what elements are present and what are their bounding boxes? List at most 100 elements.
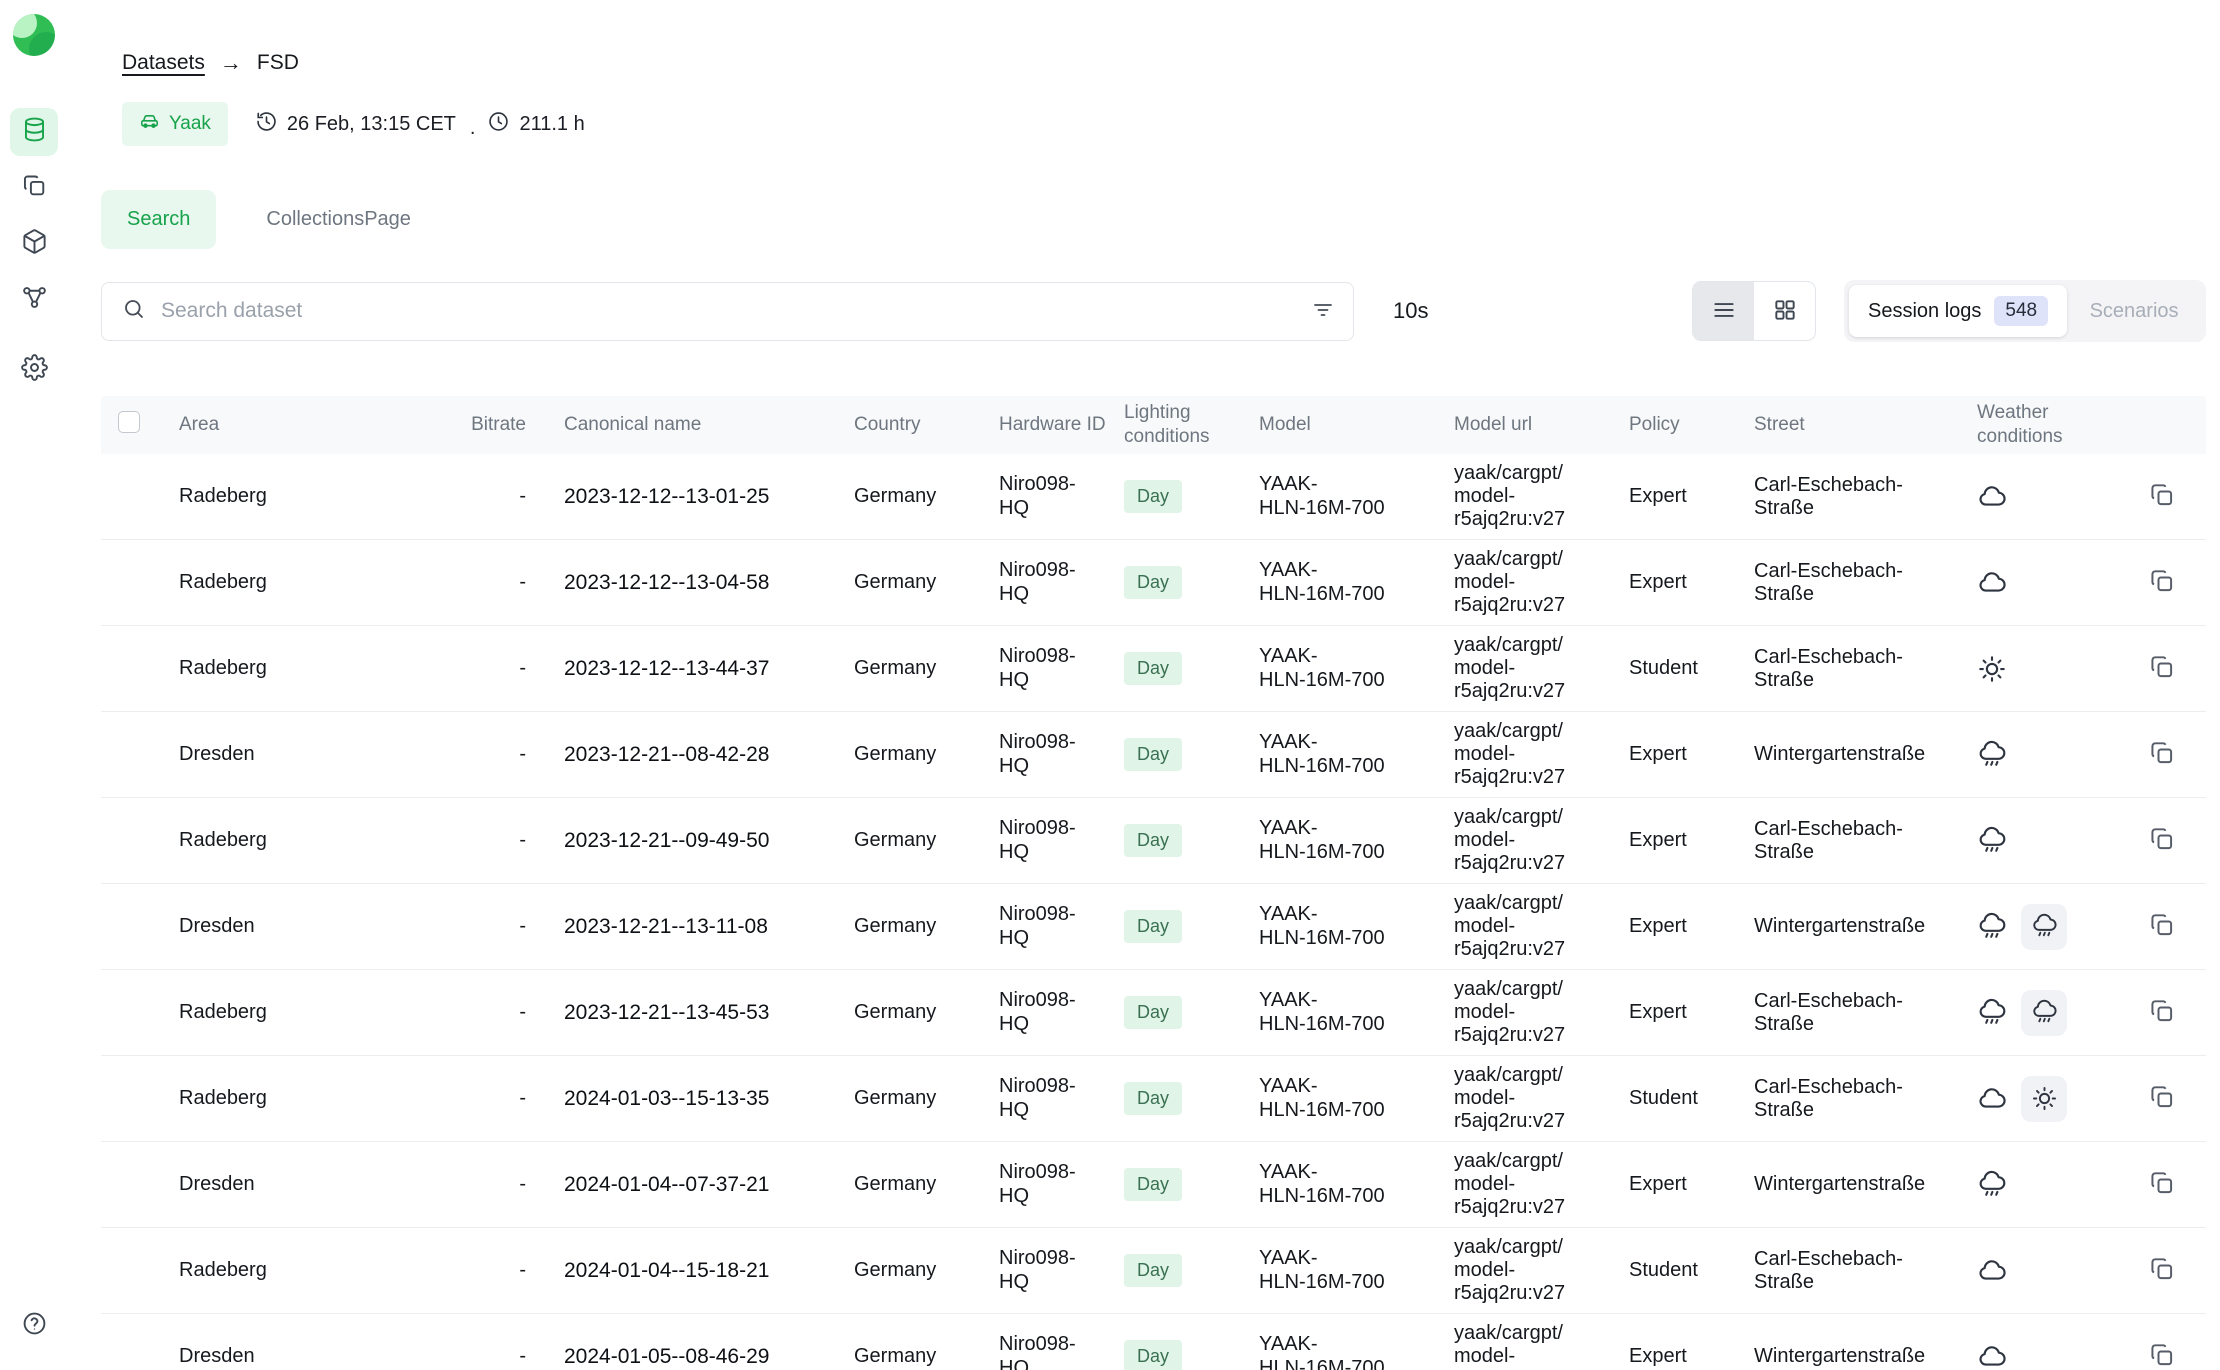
cell-country: Germany xyxy=(842,1001,987,1024)
source-badge[interactable]: Yaak xyxy=(122,102,228,146)
column-header-bitrate: Bitrate xyxy=(457,413,552,437)
column-header-street: Street xyxy=(1742,413,1957,437)
cell-country: Germany xyxy=(842,485,987,508)
table-row[interactable]: Dresden - 2023-12-21--13-11-08 Germany N… xyxy=(101,884,2206,970)
cell-country: Germany xyxy=(842,571,987,594)
cell-hardware-id: Niro098- HQ xyxy=(987,903,1112,949)
sidebar-item-workflows[interactable] xyxy=(10,276,58,324)
meta-separator: . xyxy=(470,117,476,140)
cell-model: YAAK- HLN-16M-700 xyxy=(1247,1075,1442,1121)
copy-row-button[interactable] xyxy=(2148,825,2176,856)
search-input[interactable] xyxy=(161,299,1296,323)
copy-row-button[interactable] xyxy=(2148,739,2176,770)
copy-row-button[interactable] xyxy=(2148,1341,2176,1370)
sidebar-item-packages[interactable] xyxy=(10,220,58,268)
table-row[interactable]: Radeberg - 2024-01-04--15-18-21 Germany … xyxy=(101,1228,2206,1314)
copy-row-button[interactable] xyxy=(2148,1083,2176,1114)
sidebar-item-collections[interactable] xyxy=(10,164,58,212)
capture-time: 26 Feb, 13:15 CET xyxy=(255,110,456,139)
sun-icon[interactable] xyxy=(2021,1076,2067,1122)
cell-policy: Expert xyxy=(1617,1345,1742,1368)
select-all-checkbox[interactable] xyxy=(118,411,140,433)
cell-model: YAAK- HLN-16M-700 xyxy=(1247,989,1442,1035)
cell-lighting-conditions: Day xyxy=(1112,1082,1247,1115)
table-row[interactable]: Dresden - 2024-01-05--08-46-29 Germany N… xyxy=(101,1314,2206,1370)
app-logo[interactable] xyxy=(13,14,55,56)
cell-area: Dresden xyxy=(157,1345,457,1368)
sidebar-item-help[interactable] xyxy=(10,1302,58,1350)
cell-hardware-id: Niro098- HQ xyxy=(987,1333,1112,1370)
gear-icon xyxy=(21,354,48,386)
cell-weather-conditions xyxy=(1957,990,2107,1036)
filter-button[interactable] xyxy=(1311,298,1335,325)
clock-icon xyxy=(487,110,510,139)
cell-street: Wintergartenstraße xyxy=(1742,1345,1957,1368)
table-row[interactable]: Radeberg - 2023-12-12--13-04-58 Germany … xyxy=(101,540,2206,626)
cell-policy: Expert xyxy=(1617,1001,1742,1024)
search-icon xyxy=(122,297,146,326)
cell-street: Wintergartenstraße xyxy=(1742,915,1957,938)
table-row[interactable]: Dresden - 2024-01-04--07-37-21 Germany N… xyxy=(101,1142,2206,1228)
copy-row-button[interactable] xyxy=(2148,911,2176,942)
cloud-icon xyxy=(1977,1084,2007,1114)
cell-policy: Expert xyxy=(1617,915,1742,938)
segment-session-logs[interactable]: Session logs 548 xyxy=(1849,285,2067,337)
lighting-badge: Day xyxy=(1124,652,1182,685)
table-row[interactable]: Radeberg - 2023-12-12--13-44-37 Germany … xyxy=(101,626,2206,712)
copy-row-button[interactable] xyxy=(2148,997,2176,1028)
cell-lighting-conditions: Day xyxy=(1112,566,1247,599)
copy-row-button[interactable] xyxy=(2148,1169,2176,1200)
list-view-button[interactable] xyxy=(1693,282,1754,340)
cell-canonical-name: 2023-12-12--13-04-58 xyxy=(552,571,842,595)
breadcrumb-datasets-link[interactable]: Datasets xyxy=(122,51,205,75)
table-row[interactable]: Radeberg - 2023-12-21--09-49-50 Germany … xyxy=(101,798,2206,884)
cell-lighting-conditions: Day xyxy=(1112,996,1247,1029)
table-row[interactable]: Radeberg - 2023-12-21--13-45-53 Germany … xyxy=(101,970,2206,1056)
cell-model-url: yaak/cargpt/ model- r5ajq2ru:v27 xyxy=(1442,548,1617,618)
cloud-rain-icon[interactable] xyxy=(2021,990,2067,1036)
sidebar-item-datasets[interactable] xyxy=(10,108,58,156)
session-logs-table: Area Bitrate Canonical name Country Hard… xyxy=(101,396,2206,1370)
cell-hardware-id: Niro098- HQ xyxy=(987,989,1112,1035)
grid-view-button[interactable] xyxy=(1754,282,1815,340)
tab-collections-page[interactable]: CollectionsPage xyxy=(240,190,437,249)
copy-icon xyxy=(2148,653,2176,684)
cell-weather-conditions xyxy=(1957,654,2107,684)
cell-canonical-name: 2023-12-21--13-45-53 xyxy=(552,1001,842,1025)
search-box xyxy=(101,282,1354,341)
cell-bitrate: - xyxy=(457,915,552,938)
table-row[interactable]: Dresden - 2023-12-21--08-42-28 Germany N… xyxy=(101,712,2206,798)
table-row[interactable]: Radeberg - 2024-01-03--15-13-35 Germany … xyxy=(101,1056,2206,1142)
cell-area: Radeberg xyxy=(157,829,457,852)
cell-hardware-id: Niro098- HQ xyxy=(987,559,1112,605)
cell-country: Germany xyxy=(842,743,987,766)
copy-row-button[interactable] xyxy=(2148,481,2176,512)
cloud-rain-icon[interactable] xyxy=(2021,904,2067,950)
cell-hardware-id: Niro098- HQ xyxy=(987,645,1112,691)
sidebar-item-settings[interactable] xyxy=(10,346,58,394)
cell-area: Radeberg xyxy=(157,1087,457,1110)
copy-row-button[interactable] xyxy=(2148,1255,2176,1286)
box-icon xyxy=(21,228,48,260)
copy-row-button[interactable] xyxy=(2148,653,2176,684)
column-header-policy: Policy xyxy=(1617,413,1742,437)
cell-canonical-name: 2024-01-03--15-13-35 xyxy=(552,1087,842,1111)
cell-street: Carl-Eschebach-Straße xyxy=(1742,646,1957,692)
cloud-icon xyxy=(1977,1342,2007,1370)
copy-row-button[interactable] xyxy=(2148,567,2176,598)
table-header: Area Bitrate Canonical name Country Hard… xyxy=(101,396,2206,454)
cell-country: Germany xyxy=(842,915,987,938)
cell-country: Germany xyxy=(842,829,987,852)
cell-bitrate: - xyxy=(457,1001,552,1024)
table-row[interactable]: Radeberg - 2023-12-12--13-01-25 Germany … xyxy=(101,454,2206,540)
refresh-interval[interactable]: 10s xyxy=(1393,298,1428,324)
cell-street: Carl-Eschebach-Straße xyxy=(1742,990,1957,1036)
cell-weather-conditions xyxy=(1957,568,2107,598)
copies-icon xyxy=(21,172,48,204)
cell-lighting-conditions: Day xyxy=(1112,1340,1247,1370)
session-logs-count-badge: 548 xyxy=(1994,296,2048,326)
tab-search[interactable]: Search xyxy=(101,190,216,249)
total-duration: 211.1 h xyxy=(487,110,584,139)
cloud-rain-icon xyxy=(1977,912,2007,942)
segment-scenarios[interactable]: Scenarios xyxy=(2067,285,2201,337)
